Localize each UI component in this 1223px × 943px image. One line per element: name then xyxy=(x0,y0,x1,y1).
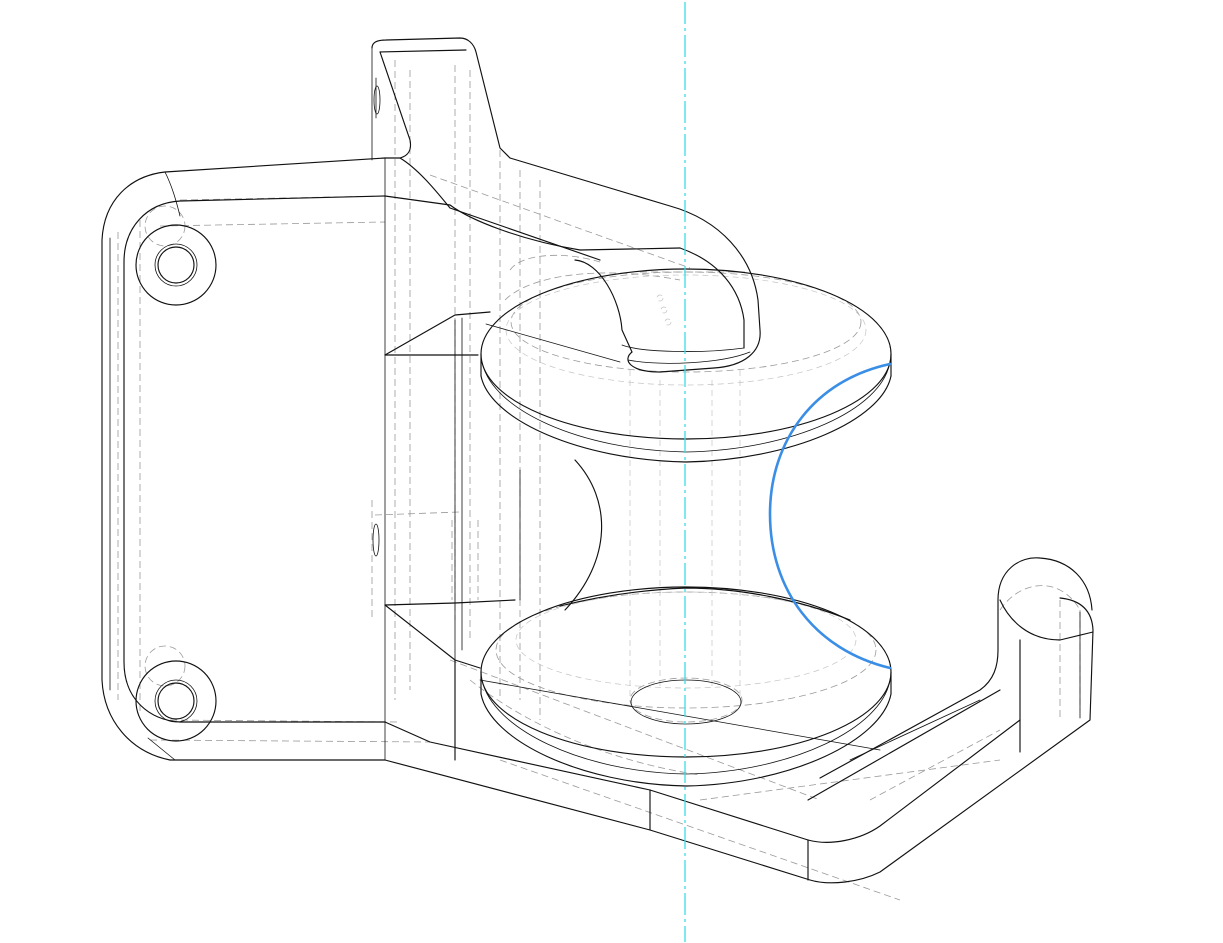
spool-bottom-flange[interactable] xyxy=(480,586,892,787)
visible-edges xyxy=(101,37,1094,884)
upper-arm xyxy=(509,157,761,373)
base-plate xyxy=(384,597,1094,884)
spool-waist-left xyxy=(564,459,603,611)
cad-viewport[interactable] xyxy=(0,0,1223,943)
back-plate-outline xyxy=(101,157,386,761)
spool-top-flange[interactable] xyxy=(480,268,892,463)
part-drawing[interactable] xyxy=(0,0,1223,943)
selected-fillet-edge[interactable] xyxy=(768,362,892,670)
mounting-hole-bottom[interactable] xyxy=(135,660,217,742)
mounting-hole-top[interactable] xyxy=(135,224,217,306)
vertical-web xyxy=(371,37,511,159)
